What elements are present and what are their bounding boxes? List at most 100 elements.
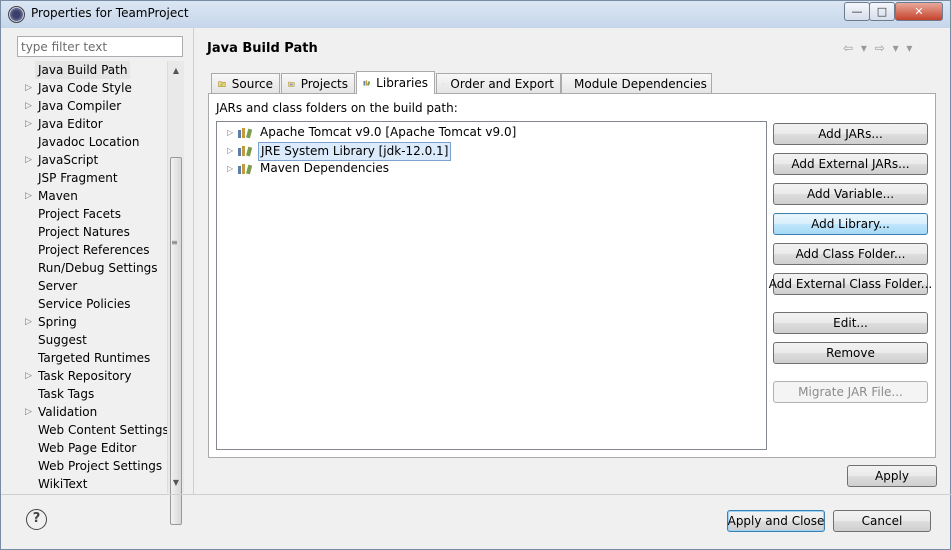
tree-item-label: Service Policies bbox=[38, 297, 131, 311]
build-path-caption: JARs and class folders on the build path… bbox=[216, 101, 458, 115]
scroll-down-arrow-icon[interactable]: ▼ bbox=[168, 475, 184, 491]
library-item-label: JRE System Library [jdk-12.0.1] bbox=[258, 142, 452, 161]
library-item[interactable]: ▷ Apache Tomcat v9.0 [Apache Tomcat v9.0] bbox=[227, 124, 727, 141]
tree-item-label: Suggest bbox=[38, 333, 87, 347]
maximize-button[interactable]: □ bbox=[869, 2, 895, 21]
tree-item[interactable]: Project Facets bbox=[17, 205, 167, 223]
scrollbar-thumb[interactable] bbox=[170, 157, 182, 525]
tree-item-label: JSP Fragment bbox=[38, 171, 118, 185]
page-title: Java Build Path bbox=[207, 41, 318, 56]
tree-item-label: Maven bbox=[38, 189, 78, 203]
tree-item[interactable]: ▷ Validation bbox=[17, 403, 167, 421]
filter-input[interactable] bbox=[17, 36, 183, 57]
expand-arrow-icon[interactable]: ▷ bbox=[25, 313, 35, 331]
library-icon bbox=[238, 128, 253, 139]
tree-item[interactable]: Java Build Path bbox=[17, 61, 167, 79]
tree-item[interactable]: Server bbox=[17, 277, 167, 295]
tree-item[interactable]: ▷ Java Editor bbox=[17, 115, 167, 133]
cancel-button[interactable]: Cancel bbox=[833, 510, 931, 532]
tree-item[interactable]: ▷ Task Repository bbox=[17, 367, 167, 385]
expand-arrow-icon[interactable]: ▷ bbox=[25, 115, 35, 133]
apply-and-close-button[interactable]: Apply and Close bbox=[727, 510, 825, 532]
tree-item[interactable]: ▷ JavaScript bbox=[17, 151, 167, 169]
tab-label: Source bbox=[231, 77, 273, 91]
tree-item-label: Web Content Settings bbox=[38, 423, 167, 437]
library-item[interactable]: ▷ Maven Dependencies bbox=[227, 160, 727, 177]
tree-item[interactable]: Task Tags bbox=[17, 385, 167, 403]
pane-divider[interactable] bbox=[193, 28, 194, 494]
library-item-label: Apache Tomcat v9.0 [Apache Tomcat v9.0] bbox=[260, 125, 517, 139]
tab-label: Libraries bbox=[376, 76, 428, 90]
expand-arrow-icon[interactable]: ▷ bbox=[25, 187, 35, 205]
tree-item[interactable]: ▷ Spring bbox=[17, 313, 167, 331]
tree-item-label: JavaScript bbox=[38, 153, 99, 167]
tree-item-label: WikiText bbox=[38, 477, 88, 491]
tab-order-and-export[interactable]: Order and Export bbox=[436, 73, 561, 94]
expand-arrow-icon[interactable]: ▷ bbox=[25, 367, 35, 385]
tree-item[interactable]: Targeted Runtimes bbox=[17, 349, 167, 367]
tree-item-label: Spring bbox=[38, 315, 77, 329]
title-bar[interactable]: Properties for TeamProject — □ ✕ bbox=[1, 1, 950, 28]
expand-arrow-icon[interactable]: ▷ bbox=[25, 403, 35, 421]
tree-item[interactable]: Web Project Settings bbox=[17, 457, 167, 475]
bottom-separator bbox=[1, 494, 951, 495]
expand-arrow-icon[interactable]: ▷ bbox=[227, 160, 233, 177]
tab-source[interactable]: Source bbox=[211, 73, 280, 94]
help-icon[interactable]: ? bbox=[26, 509, 47, 530]
tree-item[interactable]: Web Content Settings bbox=[17, 421, 167, 439]
tab-label: Projects bbox=[300, 77, 348, 91]
order-export-icon bbox=[443, 83, 445, 85]
history-nav-icons[interactable]: ⇦ ▾ ⇨ ▾ ▾ bbox=[843, 41, 914, 55]
edit-button[interactable]: Edit... bbox=[773, 312, 928, 334]
tree-item[interactable]: Suggest bbox=[17, 331, 167, 349]
tree-item[interactable]: Javadoc Location bbox=[17, 133, 167, 151]
expand-arrow-icon[interactable]: ▷ bbox=[25, 97, 35, 115]
tree-item-label: Task Repository bbox=[38, 369, 132, 383]
expand-arrow-icon[interactable]: ▷ bbox=[227, 142, 233, 159]
tab-label: Module Dependencies bbox=[574, 77, 707, 91]
close-button[interactable]: ✕ bbox=[895, 2, 943, 21]
tree-item[interactable]: Project References bbox=[17, 241, 167, 259]
tree-item-label: Web Page Editor bbox=[38, 441, 137, 455]
projects-icon bbox=[288, 81, 295, 87]
properties-dialog: Properties for TeamProject — □ ✕ Java Bu… bbox=[0, 0, 951, 550]
tree-item-label: Java Compiler bbox=[38, 99, 122, 113]
add-class-folder-button[interactable]: Add Class Folder... bbox=[773, 243, 928, 265]
tab-libraries[interactable]: Libraries bbox=[356, 71, 435, 94]
tree-item-label: Task Tags bbox=[38, 387, 95, 401]
tree-item-label: Project Natures bbox=[38, 225, 130, 239]
add-library-button[interactable]: Add Library... bbox=[773, 213, 928, 235]
tree-scrollbar[interactable]: ▲ ≡ ▼ bbox=[167, 61, 184, 525]
scroll-up-arrow-icon[interactable]: ▲ bbox=[168, 63, 184, 79]
migrate-jar-button[interactable]: Migrate JAR File... bbox=[773, 381, 928, 403]
window-title: Properties for TeamProject bbox=[31, 6, 189, 20]
library-item[interactable]: ▷ JRE System Library [jdk-12.0.1] bbox=[227, 142, 727, 161]
tree-item[interactable]: ▷ Java Compiler bbox=[17, 97, 167, 115]
tree-item-label: Java Build Path bbox=[35, 61, 131, 79]
tree-item[interactable]: Service Policies bbox=[17, 295, 167, 313]
remove-button[interactable]: Remove bbox=[773, 342, 928, 364]
tree-item[interactable]: WikiText bbox=[17, 475, 167, 493]
tab-module-dependencies[interactable]: M Module Dependencies bbox=[561, 73, 712, 94]
apply-button[interactable]: Apply bbox=[847, 465, 937, 487]
tree-item-label: Java Code Style bbox=[38, 81, 132, 95]
tree-item[interactable]: ▷ Java Code Style bbox=[17, 79, 167, 97]
add-external-class-folder-button[interactable]: Add External Class Folder... bbox=[769, 273, 932, 295]
tree-item-label: Validation bbox=[38, 405, 98, 419]
expand-arrow-icon[interactable]: ▷ bbox=[25, 79, 35, 97]
add-variable-button[interactable]: Add Variable... bbox=[773, 183, 928, 205]
tree-item-label: Java Editor bbox=[38, 117, 103, 131]
tree-item[interactable]: JSP Fragment bbox=[17, 169, 167, 187]
minimize-button[interactable]: — bbox=[844, 2, 870, 21]
tab-projects[interactable]: Projects bbox=[281, 73, 355, 94]
tree-item[interactable]: Run/Debug Settings bbox=[17, 259, 167, 277]
add-jars-button[interactable]: Add JARs... bbox=[773, 123, 928, 145]
tree-item[interactable]: Project Natures bbox=[17, 223, 167, 241]
expand-arrow-icon[interactable]: ▷ bbox=[227, 124, 233, 141]
expand-arrow-icon[interactable]: ▷ bbox=[25, 151, 35, 169]
add-external-jars-button[interactable]: Add External JARs... bbox=[773, 153, 928, 175]
tree-item[interactable]: Web Page Editor bbox=[17, 439, 167, 457]
library-icon bbox=[238, 164, 253, 175]
tree-item-label: Javadoc Location bbox=[38, 135, 140, 149]
tree-item[interactable]: ▷ Maven bbox=[17, 187, 167, 205]
